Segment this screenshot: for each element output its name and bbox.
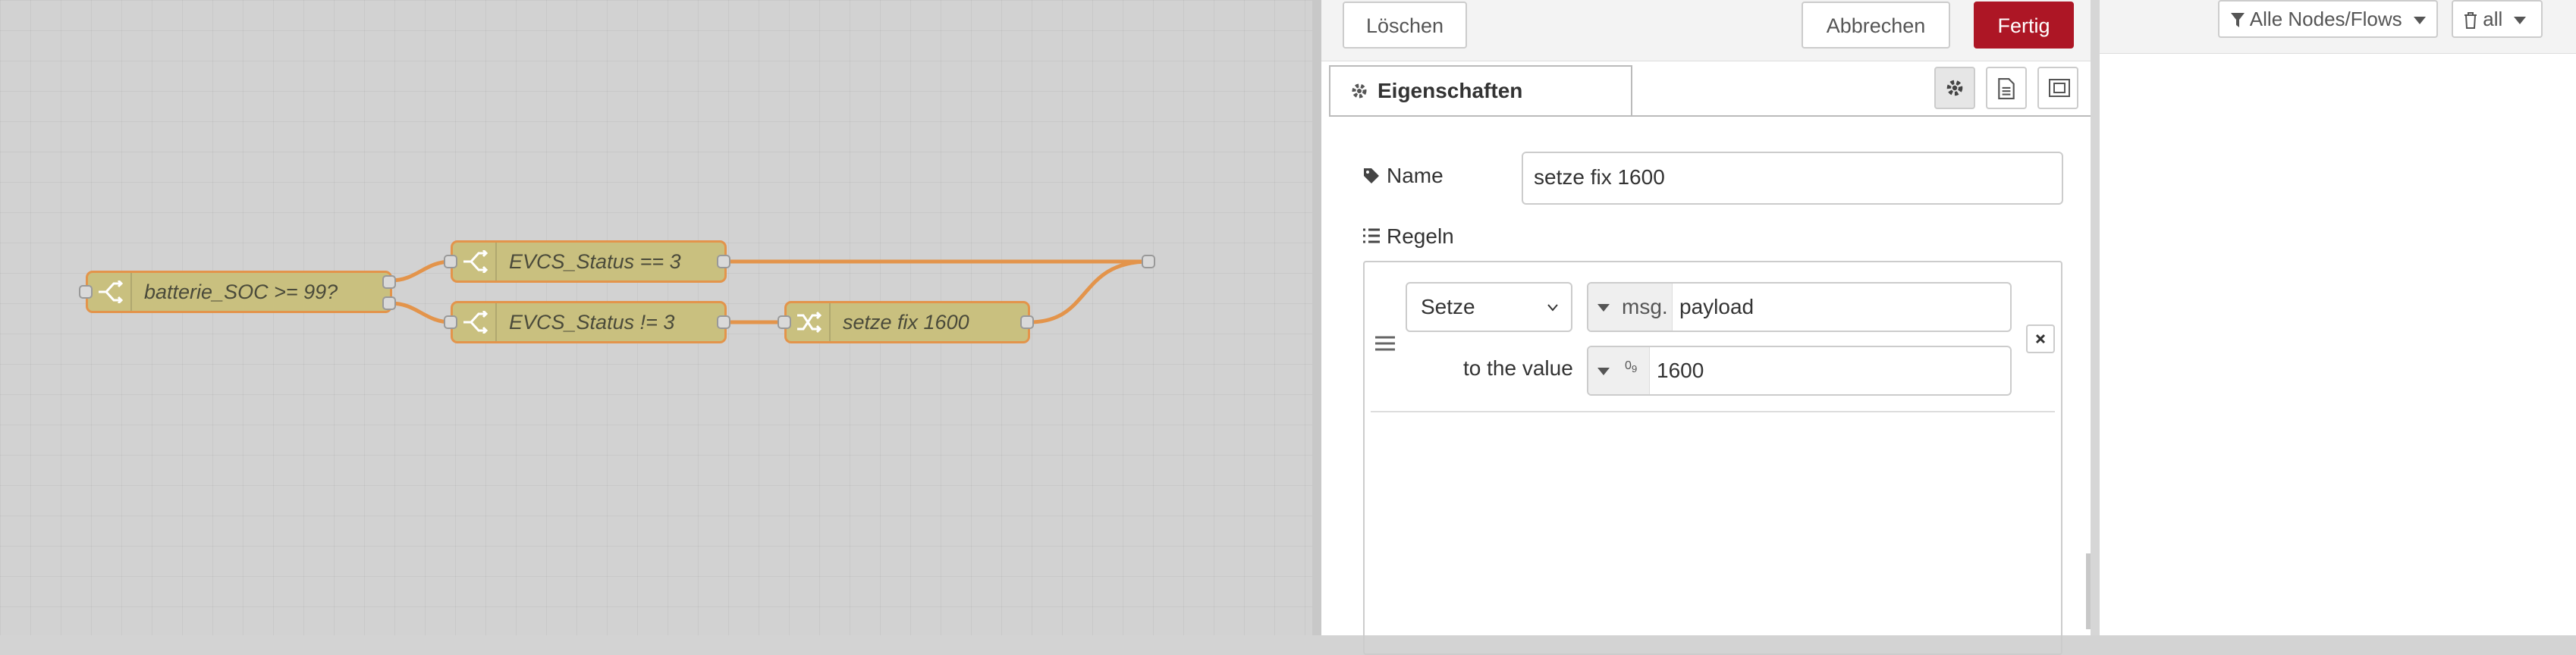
appearance-tab-button[interactable]: [2037, 67, 2078, 109]
output-port[interactable]: [1020, 315, 1034, 329]
tag-icon: [1364, 168, 1379, 183]
tab-properties[interactable]: Eigenschaften: [1329, 65, 1632, 115]
action-select-value: Setze: [1421, 295, 1475, 318]
scope-label: all: [2483, 8, 2503, 30]
value-input[interactable]: 09 1600: [1587, 346, 2012, 396]
node-label: EVCS_Status == 3: [509, 250, 681, 273]
action-select[interactable]: Setze: [1406, 282, 1572, 332]
filter-nodes-dropdown[interactable]: Alle Nodes/Flows: [2218, 0, 2438, 38]
caret-down-icon: [2514, 17, 2527, 25]
caret-down-icon: [1597, 304, 1610, 312]
right-sidebar: Alle Nodes/Flows all: [2091, 0, 2576, 635]
flow-node-switch-evcs-eq[interactable]: EVCS_Status == 3: [451, 240, 727, 283]
file-text-icon: [1998, 78, 2015, 99]
target-value: payload: [1679, 295, 1755, 318]
type-select[interactable]: msg.: [1588, 284, 1673, 331]
switch-icon: [453, 303, 497, 341]
rules-list: Setze msg. payload to the value 09 1600: [1363, 261, 2062, 655]
editor-tabs: Eigenschaften: [1329, 65, 2091, 117]
filter-label: Alle Nodes/Flows: [2249, 8, 2402, 30]
node-label: batterie_SOC >= 99?: [144, 280, 338, 303]
target-property-input[interactable]: msg. payload: [1587, 282, 2012, 332]
switch-icon: [88, 273, 132, 311]
shuffle-icon: [787, 303, 831, 341]
filter-icon: [2231, 13, 2245, 28]
value-text: 1600: [1657, 359, 1704, 382]
node-editor-tray: Löschen Abbrechen Fertig Eigenschaften N…: [1312, 0, 2091, 655]
input-port[interactable]: [778, 315, 791, 329]
output-port[interactable]: [717, 315, 730, 329]
caret-down-icon: [2413, 17, 2426, 25]
input-port[interactable]: [79, 285, 93, 299]
type-prefix: msg.: [1622, 295, 1668, 318]
object-group-icon: [2049, 79, 2070, 97]
list-icon: [1363, 228, 1380, 243]
output-port[interactable]: [382, 275, 396, 289]
gear-icon: [1946, 80, 1963, 96]
output-port[interactable]: [382, 296, 396, 310]
flow-node-switch-batterie[interactable]: batterie_SOC >= 99?: [86, 271, 392, 313]
drag-handle-icon[interactable]: [1375, 335, 1395, 356]
flow-node-change-setze[interactable]: setze fix 1600: [784, 301, 1030, 343]
cancel-button[interactable]: Abbrechen: [1802, 2, 1950, 49]
caret-down-icon: [1597, 368, 1610, 375]
done-button[interactable]: Fertig: [1974, 2, 2074, 49]
rule-divider: [1371, 411, 2055, 412]
flow-canvas[interactable]: batterie_SOC >= 99? EVCS_Status == 3 EVC…: [0, 0, 1312, 635]
editor-toolbar: Löschen Abbrechen Fertig: [1321, 0, 2091, 61]
settings-tab-button[interactable]: [1934, 67, 1975, 109]
remove-rule-button[interactable]: [2026, 324, 2055, 353]
wire: [1029, 259, 1150, 324]
name-input[interactable]: setze fix 1600: [1522, 152, 2063, 205]
close-icon: [2035, 334, 2046, 344]
delete-button[interactable]: Löschen: [1343, 2, 1467, 49]
number-type-icon: 09: [1625, 359, 1638, 375]
node-label: setze fix 1600: [843, 311, 969, 334]
trash-icon: [2464, 12, 2477, 30]
name-label: Name: [1387, 164, 1444, 187]
input-port[interactable]: [444, 255, 457, 268]
input-port[interactable]: [444, 315, 457, 329]
scope-dropdown[interactable]: all: [2452, 0, 2543, 38]
output-port[interactable]: [717, 255, 730, 268]
switch-icon: [453, 243, 497, 280]
flow-node-switch-evcs-neq[interactable]: EVCS_Status != 3: [451, 301, 727, 343]
gear-icon: [1352, 83, 1367, 99]
rules-label: Regeln: [1387, 224, 1454, 248]
chevron-down-icon: [1547, 304, 1558, 312]
value-type-select[interactable]: 09: [1588, 347, 1650, 394]
node-label: EVCS_Status != 3: [509, 311, 675, 334]
wire-junction-port[interactable]: [1142, 255, 1155, 268]
to-value-label: to the value: [1463, 356, 1573, 380]
tab-label: Eigenschaften: [1378, 79, 1523, 102]
wire: [390, 259, 452, 283]
wire: [390, 301, 452, 324]
sidebar-toolbar: Alle Nodes/Flows all: [2100, 0, 2576, 54]
description-tab-button[interactable]: [1986, 67, 2027, 109]
